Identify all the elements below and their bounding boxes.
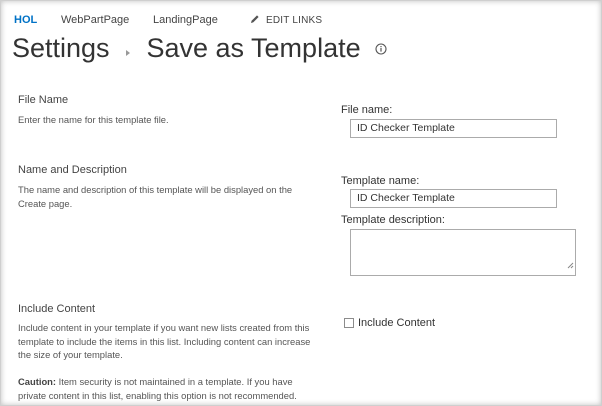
name-description-section-description: The name and description of this templat… [18, 184, 293, 209]
page-title: Save as Template [146, 33, 361, 63]
template-description-label: Template description: [341, 214, 445, 226]
caution-label: Caution: [18, 376, 57, 387]
breadcrumb-settings-link[interactable]: Settings [12, 33, 110, 63]
nav-item-landingpage[interactable]: LandingPage [153, 14, 218, 26]
breadcrumb: Settings Save as Template [12, 33, 387, 73]
include-content-checkbox[interactable] [344, 317, 354, 328]
resize-grip-icon[interactable] [567, 256, 574, 274]
caution-note: Caution: Item security is not maintained… [18, 375, 318, 402]
name-description-section-title: Name and Description [18, 164, 127, 176]
nav-item-hol[interactable]: HOL [14, 14, 37, 26]
info-icon[interactable] [375, 42, 387, 60]
file-name-label: File name: [341, 104, 393, 116]
caution-text: Item security is not maintained in a tem… [18, 376, 297, 401]
template-description-textarea[interactable] [350, 229, 576, 276]
file-name-input[interactable]: ID Checker Template [350, 119, 557, 138]
edit-links-button[interactable]: EDIT LINKS [250, 14, 322, 27]
include-content-section-description: Include content in your template if you … [18, 322, 311, 360]
file-name-section-description: Enter the name for this template file. [18, 114, 169, 125]
edit-links-label: EDIT LINKS [266, 15, 323, 27]
template-name-input[interactable]: ID Checker Template [350, 189, 557, 208]
include-content-checkbox-row[interactable]: Include Content [344, 314, 435, 329]
include-content-checkbox-label[interactable]: Include Content [358, 317, 435, 329]
include-content-section-title: Include Content [18, 303, 96, 315]
nav-item-webpartpage[interactable]: WebPartPage [61, 14, 129, 26]
file-name-section-title: File Name [18, 94, 69, 106]
template-name-label: Template name: [341, 175, 420, 187]
pencil-icon [250, 14, 260, 27]
breadcrumb-separator-icon [126, 49, 131, 56]
